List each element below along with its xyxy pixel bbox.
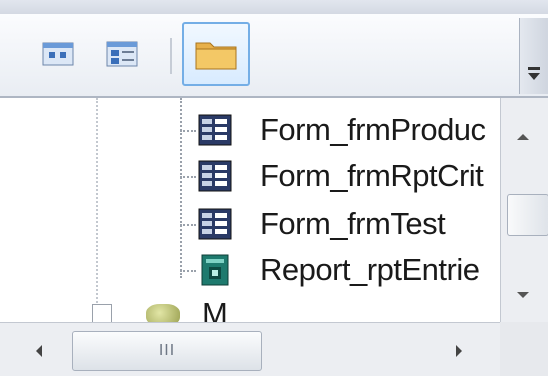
scroll-grip: III — [158, 342, 176, 359]
tree-item-report[interactable]: Report_rptEntrie — [180, 248, 500, 294]
tree-connector — [180, 224, 196, 226]
project-tree: Form_frmProduc Form_frmRptCrit Form_frmT… — [0, 98, 500, 322]
tree-item-label: Report_rptEntrie — [260, 252, 480, 287]
tree-guide-line — [96, 98, 98, 322]
tree-item-label: Form_frmProduc — [260, 112, 486, 147]
tree-item-label: Form_frmRptCrit — [260, 158, 484, 193]
vertical-scrollbar[interactable] — [500, 98, 548, 322]
toolbar-overflow-dropdown[interactable] — [519, 18, 548, 94]
report-icon — [201, 254, 229, 286]
tree-item-label: Form_frmTest — [260, 206, 446, 241]
chevron-down-icon — [528, 73, 540, 80]
toolbar-separator — [170, 38, 172, 74]
tree-connector — [180, 176, 196, 178]
tree-connector — [180, 130, 196, 132]
form-icon — [198, 160, 232, 192]
expand-icon[interactable] — [92, 304, 112, 322]
window-top-edge — [0, 0, 548, 15]
scroll-left-icon[interactable] — [36, 345, 42, 357]
vertical-scroll-thumb[interactable] — [507, 194, 548, 236]
tree-item-form[interactable]: Form_frmRptCrit — [180, 154, 500, 200]
tree-item-module-group[interactable]: M — [92, 294, 392, 322]
horizontal-scrollbar[interactable]: III — [0, 322, 548, 376]
tree-item-label: M — [202, 296, 228, 322]
project-explorer-window: Form_frmProduc Form_frmRptCrit Form_frmT… — [0, 0, 548, 376]
small-icons-view-button[interactable] — [36, 32, 80, 76]
list-view-button[interactable] — [100, 32, 144, 76]
module-icon — [146, 304, 180, 322]
scroll-up-icon[interactable] — [517, 134, 529, 140]
folder-icon — [195, 42, 237, 70]
tree-item-form[interactable]: Form_frmTest — [180, 202, 500, 248]
form-icon — [198, 208, 232, 240]
small-icons-view-icon — [42, 42, 74, 66]
scrollbar-corner — [500, 322, 548, 376]
explorer-toolbar — [0, 14, 548, 98]
scroll-down-icon[interactable] — [517, 292, 529, 298]
toggle-folders-button[interactable] — [182, 22, 250, 86]
form-icon — [198, 114, 232, 146]
list-view-icon — [106, 41, 138, 67]
overflow-bar-icon — [528, 67, 540, 70]
tree-item-form[interactable]: Form_frmProduc — [180, 108, 500, 154]
horizontal-scroll-thumb[interactable]: III — [72, 331, 262, 371]
tree-connector — [180, 270, 196, 272]
scroll-right-icon[interactable] — [456, 345, 462, 357]
